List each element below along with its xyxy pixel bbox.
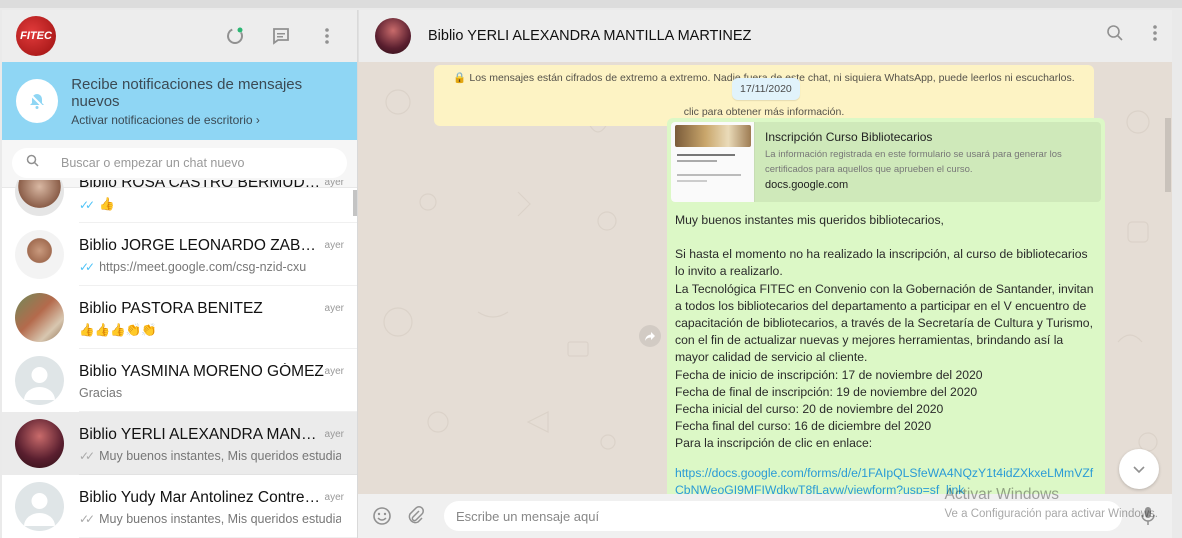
- chat-list: Biblio ROSA CASTRO BERMUDEZ ayer ✓✓ 👍 Bi…: [2, 180, 357, 538]
- status-icon[interactable]: [223, 24, 247, 48]
- chat-name: Biblio YASMINA MORENO GÓMEZ: [79, 363, 324, 380]
- enable-notifications-link[interactable]: Activar notificaciones de escritorio ›: [71, 113, 343, 127]
- chat-preview: ✓✓ https://meet.google.com/csg-nzid-cxu: [79, 260, 307, 274]
- link-preview-title: Inscripción Curso Bibliotecarios: [765, 130, 933, 144]
- chat-item-yudy-antolinez[interactable]: Biblio Yudy Mar Antolinez Contreras ayer…: [2, 475, 357, 538]
- notification-banner[interactable]: Recibe notificaciones de mensajes nuevos…: [2, 62, 357, 140]
- chevron-down-icon: [1133, 466, 1145, 474]
- double-check-icon: ✓✓: [79, 449, 95, 463]
- windows-activation-watermark: Activar Windows Ve a Configuración para …: [944, 486, 1159, 520]
- chat-time: ayer: [324, 492, 344, 503]
- avatar: [15, 293, 64, 342]
- conversation-scrollbar[interactable]: [1165, 118, 1171, 192]
- chat-time: ayer: [324, 180, 344, 188]
- menu-icon[interactable]: [1152, 24, 1158, 47]
- notification-title: Recibe notificaciones de mensajes nuevos: [71, 75, 303, 110]
- avatar: [15, 180, 64, 216]
- sidebar-header: FITEC: [2, 10, 357, 62]
- search-input[interactable]: [61, 156, 321, 170]
- new-chat-icon[interactable]: [269, 24, 293, 48]
- chat-time: ayer: [324, 366, 344, 377]
- scroll-down-button[interactable]: [1119, 449, 1159, 489]
- chat-preview: ✓✓ Muy buenos instantes, Mis queridos es…: [79, 512, 341, 526]
- menu-icon[interactable]: [315, 24, 339, 48]
- chat-name: Biblio Yudy Mar Antolinez Contreras: [79, 489, 324, 506]
- avatar: [15, 230, 64, 279]
- link-preview-domain: docs.google.com: [765, 179, 849, 191]
- double-check-icon: ✓✓: [79, 260, 95, 274]
- chat-item-rosa-castro[interactable]: Biblio ROSA CASTRO BERMUDEZ ayer ✓✓ 👍: [2, 180, 357, 223]
- default-avatar-icon: [15, 356, 64, 405]
- date-badge: 17/11/2020: [732, 78, 800, 100]
- chat-preview: Gracias: [79, 386, 123, 400]
- attach-icon[interactable]: [404, 504, 428, 528]
- whatsapp-web-app: FITEC Recibe notificaciones de mensajes …: [2, 10, 1172, 538]
- profile-avatar[interactable]: FITEC: [16, 16, 56, 56]
- chat-item-yasmina-moreno[interactable]: Biblio YASMINA MORENO GÓMEZ ayer Gracias: [2, 349, 357, 412]
- message-bubble[interactable]: Inscripción Curso Bibliotecarios La info…: [667, 118, 1105, 494]
- double-check-icon: ✓✓: [79, 512, 95, 526]
- conversation-panel: Biblio YERLI ALEXANDRA MANTILLA MARTINEZ: [358, 10, 1172, 538]
- search-box[interactable]: [12, 148, 347, 178]
- chat-item-pastora-benitez[interactable]: Biblio PASTORA BENITEZ ayer 👍👍👍👏👏: [2, 286, 357, 349]
- chat-name: Biblio PASTORA BENITEZ: [79, 300, 263, 317]
- conversation-header[interactable]: Biblio YERLI ALEXANDRA MANTILLA MARTINEZ: [358, 10, 1172, 62]
- sidebar: FITEC Recibe notificaciones de mensajes …: [2, 10, 358, 538]
- double-check-icon: ✓✓: [79, 197, 95, 212]
- emoji-icon[interactable]: [370, 504, 394, 528]
- chat-item-yerli-mantilla[interactable]: Biblio YERLI ALEXANDRA MANTILL... ayer ✓…: [2, 412, 357, 475]
- chat-preview: ✓✓ Muy buenos instantes, Mis queridos es…: [79, 449, 341, 463]
- message-text: Muy buenos instantes mis queridos biblio…: [671, 202, 1101, 494]
- contact-name[interactable]: Biblio YERLI ALEXANDRA MANTILLA MARTINEZ: [428, 28, 751, 44]
- thumbs-up-emoji: 👍: [99, 197, 115, 211]
- avatar: [15, 419, 64, 468]
- link-preview-description: La información registrada en este formul…: [765, 149, 1062, 175]
- chat-time: ayer: [324, 303, 344, 314]
- chat-preview: 👍👍👍👏👏: [79, 323, 157, 337]
- sidebar-scrollbar[interactable]: [353, 190, 357, 216]
- chat-preview: ✓✓ 👍: [79, 197, 341, 212]
- search-icon: [26, 154, 39, 172]
- browser-top-strip: [0, 0, 1182, 8]
- chat-item-jorge-zabala[interactable]: Biblio JORGE LEONARDO ZABALA ... ayer ✓✓…: [2, 223, 357, 286]
- contact-avatar[interactable]: [375, 18, 411, 54]
- chat-name: Biblio YERLI ALEXANDRA MANTILL...: [79, 426, 324, 443]
- chat-time: ayer: [324, 240, 344, 251]
- search-icon[interactable]: [1106, 24, 1124, 47]
- chat-time: ayer: [324, 429, 344, 440]
- default-avatar-icon: [15, 482, 64, 531]
- link-preview-thumbnail: [671, 122, 755, 202]
- bell-off-icon: [16, 79, 59, 123]
- chat-name: Biblio JORGE LEONARDO ZABALA ...: [79, 237, 324, 254]
- chat-wallpaper: 🔒 Los mensajes están cifrados de extremo…: [358, 62, 1172, 494]
- chat-name: Biblio ROSA CASTRO BERMUDEZ: [79, 180, 324, 191]
- link-preview-card[interactable]: Inscripción Curso Bibliotecarios La info…: [671, 122, 1101, 202]
- forward-icon[interactable]: [639, 325, 661, 347]
